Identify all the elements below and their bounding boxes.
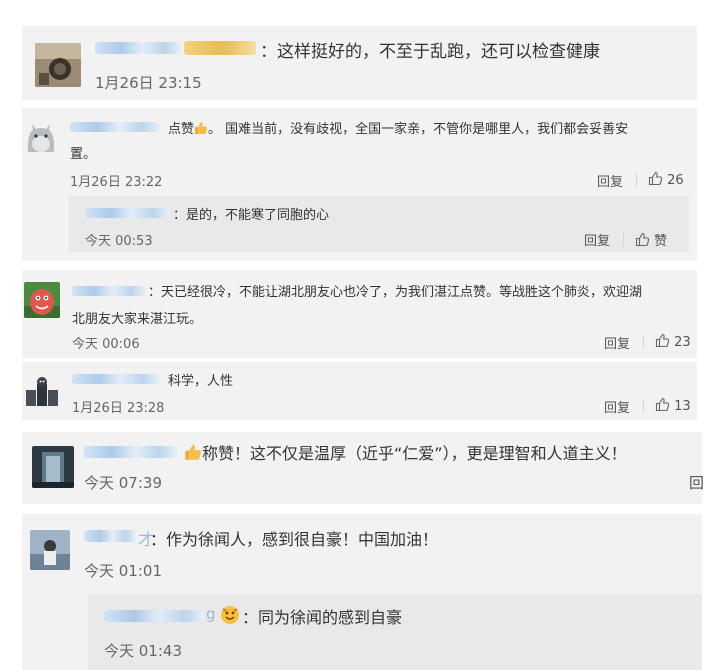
username-blurred[interactable] bbox=[84, 446, 178, 458]
avatar-photo-image bbox=[30, 530, 70, 570]
like-outline-icon bbox=[655, 397, 670, 416]
divider bbox=[643, 335, 644, 349]
like-outline-icon bbox=[648, 171, 663, 190]
thumbs-up-icon bbox=[194, 121, 208, 139]
avatar[interactable] bbox=[24, 372, 60, 408]
comment-text-like-word: 点赞 bbox=[168, 122, 195, 137]
comment-text-line2: 北朋友大家来湛江玩。 bbox=[72, 312, 203, 327]
username-blurred[interactable] bbox=[95, 42, 181, 54]
reply-card: g ：同为徐闻的感到自豪 今天 01:43 bbox=[88, 594, 702, 670]
avatar-camera-image bbox=[35, 43, 81, 87]
reply-card: ：是的，不能寒了同胞的心 今天 00:53 回复 赞 bbox=[69, 196, 689, 252]
comment-time: 今天 07:39 bbox=[84, 474, 162, 492]
avatar-robots-image bbox=[24, 372, 60, 408]
like-count: 26 bbox=[667, 173, 684, 188]
comment-time: 今天 01:01 bbox=[84, 562, 162, 580]
reply-username-visible-part[interactable]: g bbox=[206, 605, 216, 623]
reply-username-blurred[interactable] bbox=[85, 208, 170, 218]
like-label: 赞 bbox=[654, 234, 668, 249]
username-badge-blurred bbox=[184, 41, 256, 55]
comment-text: ：作为徐闻人，感到很自豪！中国加油！ bbox=[150, 530, 439, 549]
reply-button[interactable]: 回复 bbox=[604, 397, 630, 416]
comment-card: 点赞。 国难当前，没有歧视，全国一家亲，不管你是哪里人，我们都会妥善安 置。 1… bbox=[22, 108, 697, 261]
comment-text: ：这样挺好的，不至于乱跑，还可以检查健康 bbox=[260, 42, 600, 62]
avatar[interactable] bbox=[24, 282, 60, 318]
avatar[interactable] bbox=[32, 446, 74, 488]
username-blurred[interactable] bbox=[72, 286, 146, 296]
reply-text: ：是的，不能寒了同胞的心 bbox=[173, 208, 330, 223]
reply-text: ：同为徐闻的感到自豪 bbox=[242, 608, 403, 627]
avatar[interactable] bbox=[35, 43, 81, 87]
avatar-cartoon-image bbox=[24, 282, 60, 318]
comment-text-body: 称赞！这不仅是温厚（近乎“仁爱”），更是理智和人道主义！ bbox=[202, 444, 627, 463]
comment-text: 称赞！这不仅是温厚（近乎“仁爱”），更是理智和人道主义！ bbox=[184, 440, 627, 465]
reply-button[interactable]: 回复 bbox=[604, 333, 630, 352]
avatar[interactable] bbox=[30, 530, 70, 570]
comment-text-body: 。 国难当前，没有歧视，全国一家亲，不管你是哪里人，我们都会妥善安 bbox=[208, 122, 629, 137]
emoji-face-icon bbox=[221, 606, 239, 624]
comment-card: ：天已经很冷，不能让湖北朋友心也冷了，为我们湛江点赞。等战胜这个肺炎，欢迎湖 北… bbox=[22, 270, 697, 358]
like-button[interactable]: 23 bbox=[655, 333, 691, 352]
like-count: 23 bbox=[674, 335, 691, 350]
reply-username-blurred[interactable] bbox=[104, 610, 204, 622]
comment-time: 1月26日 23:22 bbox=[70, 175, 163, 190]
username-blurred[interactable] bbox=[72, 374, 160, 384]
comment-time: 今天 00:06 bbox=[72, 337, 140, 352]
comment-text-line1: ：天已经很冷，不能让湖北朋友心也冷了，为我们湛江点赞。等战胜这个肺炎，欢迎湖 bbox=[148, 285, 643, 300]
avatar[interactable] bbox=[23, 122, 59, 156]
comment-card: 称赞！这不仅是温厚（近乎“仁爱”），更是理智和人道主义！ 今天 07:39 回 bbox=[22, 432, 704, 504]
like-button[interactable]: 26 bbox=[648, 171, 684, 190]
reply-time: 今天 00:53 bbox=[85, 234, 153, 249]
comment-text-line1: 点赞。 国难当前，没有歧视，全国一家亲，不管你是哪里人，我们都会妥善安 bbox=[168, 118, 628, 139]
comment-card: ：这样挺好的，不至于乱跑，还可以检查健康 1月26日 23:15 bbox=[22, 26, 697, 100]
divider bbox=[636, 173, 637, 187]
like-button[interactable]: 赞 bbox=[635, 230, 667, 251]
like-count: 13 bbox=[674, 399, 691, 414]
divider bbox=[623, 232, 624, 246]
comment-card: 科学，人性 1月26日 23:28 回复 13 bbox=[22, 362, 697, 420]
like-outline-icon bbox=[655, 333, 670, 352]
comment-time: 1月26日 23:15 bbox=[95, 74, 202, 92]
reply-emoji bbox=[220, 605, 240, 629]
thumbs-up-icon bbox=[184, 443, 202, 465]
reply-button[interactable]: 回 bbox=[689, 472, 704, 493]
like-button[interactable]: 13 bbox=[655, 397, 691, 416]
divider bbox=[643, 399, 644, 413]
avatar-doorway-image bbox=[32, 446, 74, 488]
comment-card: 才 ：作为徐闻人，感到很自豪！中国加油！ 今天 01:01 g ：同为徐闻的感到… bbox=[22, 514, 702, 670]
reply-button[interactable]: 回复 bbox=[597, 171, 623, 190]
username-blurred[interactable] bbox=[84, 530, 136, 542]
comment-text: 科学，人性 bbox=[168, 374, 234, 389]
reply-button[interactable]: 回复 bbox=[584, 230, 610, 249]
username-blurred[interactable] bbox=[70, 122, 160, 132]
comment-text-line2: 置。 bbox=[70, 147, 97, 162]
avatar-totoro-image bbox=[23, 122, 59, 156]
reply-time: 今天 01:43 bbox=[104, 642, 182, 660]
comment-time: 1月26日 23:28 bbox=[72, 401, 165, 416]
like-outline-icon bbox=[635, 232, 650, 251]
